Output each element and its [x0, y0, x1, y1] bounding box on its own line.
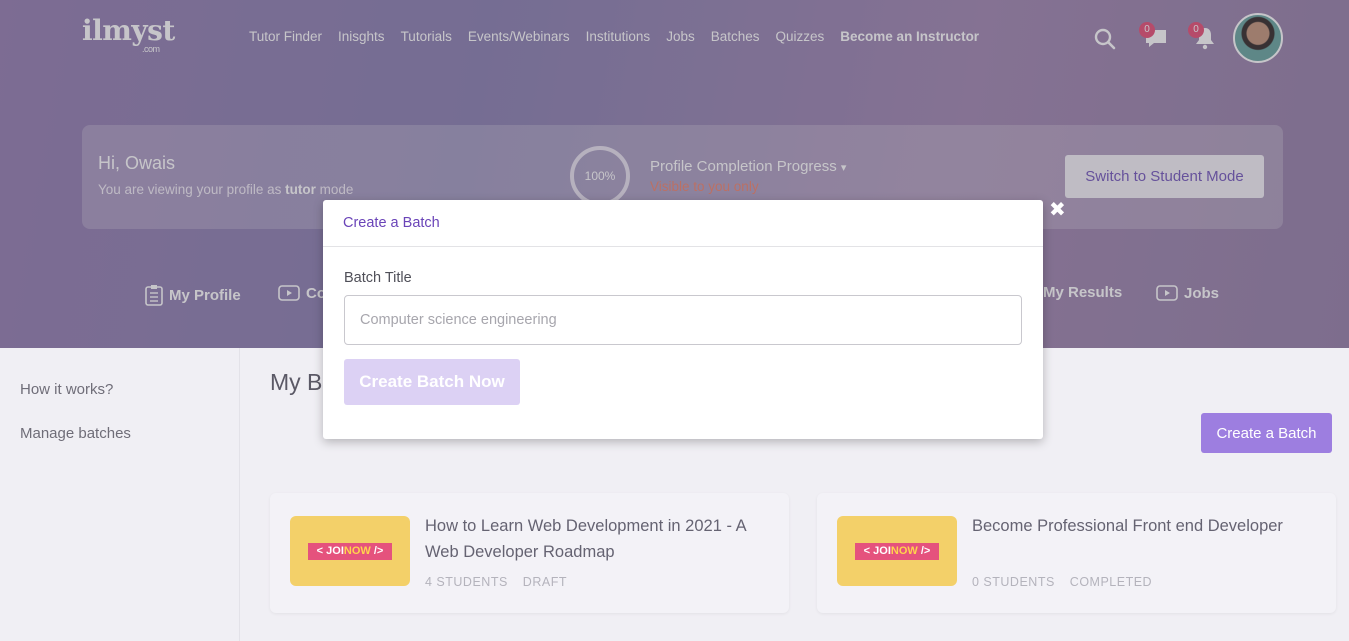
batch-students: 0 STUDENTS: [972, 575, 1055, 589]
sidebar-item-manage-batches[interactable]: Manage batches: [20, 425, 131, 442]
batch-meta: 4 STUDENTS DRAFT: [425, 575, 567, 589]
close-icon[interactable]: ✖: [1049, 197, 1066, 221]
modal-title: Create a Batch: [323, 200, 1043, 247]
create-batch-button[interactable]: Create a Batch: [1201, 413, 1332, 453]
page-title: My B: [270, 369, 323, 395]
batch-card[interactable]: < JOINOW /> Become Professional Front en…: [817, 493, 1336, 613]
sidebar: How it works? Manage batches: [0, 348, 240, 641]
batch-title-label: Batch Title: [344, 270, 412, 286]
batch-meta: 0 STUDENTS COMPLETED: [972, 575, 1152, 589]
batch-title[interactable]: Become Professional Front end Developer: [972, 513, 1317, 539]
thumbnail-label: < JOINOW />: [855, 543, 939, 560]
create-batch-modal: Create a Batch Batch Title Create Batch …: [323, 200, 1043, 439]
batch-thumbnail: < JOINOW />: [290, 516, 410, 586]
batch-title[interactable]: How to Learn Web Development in 2021 - A…: [425, 513, 770, 565]
batch-status: DRAFT: [522, 575, 567, 589]
batch-title-input[interactable]: [344, 295, 1022, 345]
batch-status: COMPLETED: [1069, 575, 1153, 589]
batch-card[interactable]: < JOINOW /> How to Learn Web Development…: [270, 493, 789, 613]
sidebar-item-how-it-works[interactable]: How it works?: [20, 381, 113, 398]
batch-thumbnail: < JOINOW />: [837, 516, 957, 586]
batch-students: 4 STUDENTS: [425, 575, 508, 589]
thumbnail-label: < JOINOW />: [308, 543, 392, 560]
create-batch-now-button[interactable]: Create Batch Now: [344, 359, 520, 405]
